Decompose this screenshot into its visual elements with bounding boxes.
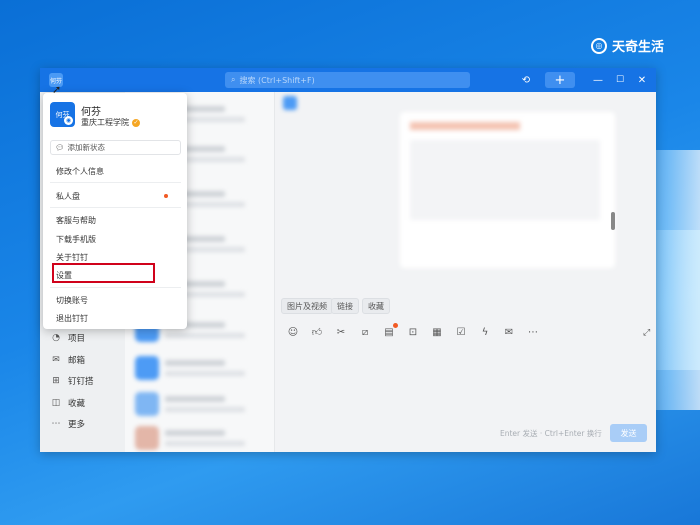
menu-item-about[interactable]: 关于钉钉	[56, 252, 88, 263]
profile-avatar[interactable]: 何芬 ◉	[50, 102, 75, 127]
profile-org: 重庆工程学院 ✓	[81, 117, 140, 128]
chat-bubble-icon: 💬︎	[55, 143, 65, 152]
quick-tab-favorites[interactable]: 收藏	[362, 298, 390, 314]
title-bar: 何芬 ⌕ 搜索 (Ctrl+Shift+F) ⟲ + — ☐ ✕	[40, 68, 656, 92]
settings-highlight-box	[52, 263, 155, 283]
maximize-icon[interactable]: ☐	[613, 72, 627, 88]
expand-icon[interactable]: ⤢	[643, 328, 650, 338]
notification-dot	[164, 194, 168, 198]
send-button[interactable]: 发送	[610, 424, 647, 442]
minimize-icon[interactable]: —	[591, 72, 605, 88]
search-input[interactable]: ⌕ 搜索 (Ctrl+Shift+F)	[225, 72, 470, 88]
verified-icon: ✓	[132, 118, 140, 127]
sidebar-item-label: 项目	[68, 334, 86, 344]
divider	[50, 207, 181, 208]
more-icon: ⋯	[51, 419, 61, 429]
profile-dropdown: 何芬 ◉ 何芬 重庆工程学院 ✓ 💬︎ 添加新状态 修改个人信息 私人盘 客服与…	[43, 93, 187, 329]
input-hint: Enter 发送 · Ctrl+Enter 换行	[500, 429, 602, 438]
brand-logo-icon: ◎	[590, 37, 607, 54]
quick-tab-media[interactable]: 图片及视频	[281, 298, 333, 314]
list-item[interactable]	[135, 426, 265, 452]
thumbs-up-icon[interactable]: 👍︎	[311, 326, 323, 338]
mail-icon: ✉	[52, 355, 60, 365]
sidebar-item-builder[interactable]: ⊞ 钉钉搭	[51, 375, 94, 387]
chat-panel: 图片及视频 链接 收藏 ☺ 👍︎ ✂ ⧄ ▤ ⊡ ▦ ☑ ϟ ✉ ⋯ ⤢ Ent…	[275, 92, 656, 452]
emoji-icon[interactable]: ☺	[287, 326, 299, 338]
sidebar-item-label: 钉钉搭	[68, 377, 94, 387]
builder-icon: ⊞	[52, 376, 60, 386]
document-icon[interactable]: ▤	[383, 323, 398, 338]
menu-item-edit-profile[interactable]: 修改个人信息	[56, 166, 104, 177]
mail-icon[interactable]: ✉	[503, 326, 515, 338]
message-card[interactable]	[400, 112, 615, 268]
divider	[50, 287, 181, 288]
sidebar-item-label: 邮箱	[68, 356, 86, 366]
slash-command-icon[interactable]: ⧄	[359, 326, 371, 338]
menu-item-private-drive[interactable]: 私人盘	[56, 191, 80, 202]
menu-item-help[interactable]: 客服与帮助	[56, 215, 96, 226]
sidebar-item-label: 收藏	[68, 399, 86, 409]
brand-text: 天奇生活	[611, 40, 664, 55]
notification-dot	[393, 323, 398, 328]
upload-file-icon[interactable]: ⊡	[407, 326, 419, 338]
add-button[interactable]: +	[545, 72, 575, 88]
close-icon[interactable]: ✕	[635, 72, 649, 88]
profile-org-label: 重庆工程学院	[81, 118, 129, 127]
favorite-icon: ◫	[51, 398, 61, 408]
sidebar-item-label: 更多	[68, 420, 86, 430]
status-label: 添加新状态	[67, 143, 106, 152]
quick-tab-links[interactable]: 链接	[331, 298, 359, 314]
sidebar-item-mail[interactable]: ✉ 邮箱	[51, 354, 85, 366]
camera-icon[interactable]: ◉	[64, 116, 73, 125]
calendar-icon[interactable]: ▦	[431, 326, 443, 338]
task-check-icon[interactable]: ☑	[455, 326, 467, 338]
list-item[interactable]	[135, 356, 265, 384]
add-status-button[interactable]: 💬︎ 添加新状态	[50, 140, 181, 155]
menu-item-switch-account[interactable]: 切换账号	[56, 295, 88, 306]
history-icon[interactable]: ⟲	[518, 72, 534, 88]
lightning-icon[interactable]: ϟ	[479, 326, 491, 338]
mouse-cursor-icon: ➚	[52, 83, 62, 96]
search-icon: ⌕	[231, 75, 236, 84]
menu-item-download-mobile[interactable]: 下载手机版	[56, 234, 96, 245]
scrollbar-thumb[interactable]	[611, 212, 615, 230]
more-icon[interactable]: ⋯	[527, 326, 539, 338]
sidebar-item-more[interactable]: ⋯ 更多	[51, 418, 86, 430]
sidebar-item-favorite[interactable]: ◫ 收藏	[51, 397, 85, 409]
brand-watermark: ◎ 天奇生活	[590, 36, 664, 55]
list-item[interactable]	[135, 392, 265, 420]
menu-item-logout[interactable]: 退出钉钉	[56, 313, 88, 324]
profile-name: 何芬	[81, 107, 101, 118]
divider	[50, 182, 181, 183]
project-icon: ◔	[52, 333, 60, 343]
search-placeholder: 搜索 (Ctrl+Shift+F)	[239, 75, 315, 85]
composer-toolbar: ☺ 👍︎ ✂ ⧄ ▤ ⊡ ▦ ☑ ϟ ✉ ⋯	[287, 323, 539, 338]
sidebar-item-project[interactable]: ◔ 项目	[51, 332, 85, 344]
scissors-icon[interactable]: ✂	[335, 326, 347, 338]
